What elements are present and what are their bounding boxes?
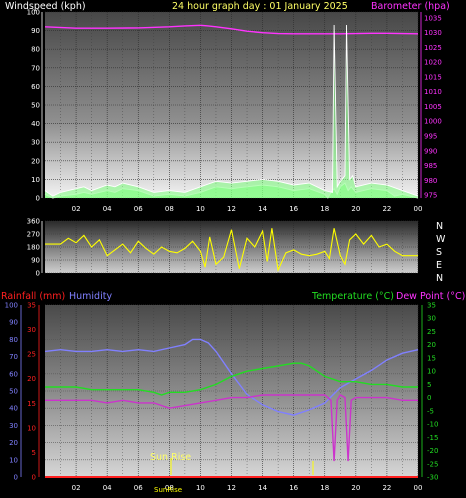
x-tick-label: 18: [320, 205, 329, 213]
barometer-y-tick: 985: [424, 162, 437, 170]
x-tick-label: 12: [227, 205, 236, 213]
humidity-y-tick: 60: [9, 370, 18, 378]
temp-y-tick: 30: [427, 315, 436, 323]
direction-y-tick: 0: [36, 270, 40, 278]
temp-y-tick: 0: [427, 394, 431, 402]
barometer-y-tick: 980: [424, 177, 437, 185]
wind-y-tick: 40: [31, 120, 40, 128]
barometer-y-tick: 1035: [424, 14, 442, 22]
x-tick-label: 22: [382, 205, 391, 213]
humidity-y-tick: 10: [9, 456, 18, 464]
humidity-y-tick: 90: [9, 319, 18, 327]
x-tick-label: 00: [414, 484, 423, 492]
compass-e: E: [436, 260, 442, 271]
temp-y-tick: 20: [427, 341, 436, 349]
humidity-axis-title: Humidity: [69, 291, 112, 302]
barometer-y-tick: 1020: [424, 59, 442, 67]
barometer-y-tick: 1030: [424, 29, 442, 37]
humidity-y-tick: 0: [14, 474, 18, 482]
x-tick-label: 20: [351, 205, 360, 213]
direction-y-tick: 270: [27, 231, 40, 239]
wind-y-tick: 60: [31, 83, 40, 91]
rain-y-tick: 30: [27, 326, 36, 334]
barometer-y-tick: 1025: [424, 44, 442, 52]
humidity-y-tick: 80: [9, 336, 18, 344]
dewpoint-axis-title: Dew Point (°C): [396, 291, 465, 302]
temp-y-tick: -5: [427, 407, 434, 415]
temp-y-tick: -25: [427, 460, 438, 468]
x-tick-label: 14: [258, 484, 267, 492]
sunrise-tick-label: SunRise: [154, 486, 182, 494]
humidity-y-tick: 70: [9, 353, 18, 361]
wind-y-tick: 90: [31, 27, 40, 35]
wind-y-tick: 0: [36, 195, 40, 203]
wind-y-tick: 80: [31, 46, 40, 54]
compass-n-top: N: [436, 221, 443, 232]
x-tick-label: 04: [103, 484, 112, 492]
rain-y-tick: 0: [32, 474, 36, 482]
x-tick-label: 14: [258, 205, 267, 213]
x-tick-label: 10: [196, 484, 205, 492]
barometer-y-tick: 990: [424, 147, 437, 155]
rain-y-tick: 5: [32, 449, 36, 457]
x-tick-label: 08: [165, 205, 174, 213]
x-tick-label: 18: [320, 484, 329, 492]
x-tick-label: 20: [351, 484, 360, 492]
humidity-y-tick: 20: [9, 439, 18, 447]
x-tick-label: 06: [134, 484, 143, 492]
x-tick-label: 12: [227, 484, 236, 492]
wind-y-tick: 20: [31, 157, 40, 165]
temp-y-tick: 25: [427, 328, 436, 336]
barometer-y-tick: 1005: [424, 103, 442, 111]
x-tick-label: 16: [289, 205, 298, 213]
rain-y-tick: 35: [27, 302, 36, 310]
wind-y-tick: 70: [31, 64, 40, 72]
barometer-y-tick: 1000: [424, 118, 442, 126]
direction-y-tick: 360: [27, 218, 40, 226]
temp-y-tick: 10: [427, 368, 436, 376]
barometer-y-tick: 975: [424, 192, 437, 200]
wind-y-tick: 50: [31, 102, 40, 110]
temp-y-tick: -10: [427, 421, 438, 429]
rain-y-tick: 25: [27, 351, 36, 359]
barometer-y-tick: 1015: [424, 73, 442, 81]
temp-y-tick: 35: [427, 302, 436, 310]
humidity-y-tick: 30: [9, 422, 18, 430]
weather-chart: Windspeed (kph) 24 hour graph day : 01 J…: [1, 1, 465, 494]
temp-y-tick: 15: [427, 354, 436, 362]
barometer-y-tick: 1010: [424, 88, 442, 96]
temp-y-tick: -30: [427, 474, 438, 482]
compass-s: S: [436, 247, 442, 258]
direction-y-tick: 90: [31, 257, 40, 265]
x-tick-label: 00: [414, 205, 423, 213]
x-tick-label: 02: [72, 484, 81, 492]
humidity-y-tick: 50: [9, 388, 18, 396]
x-tick-label: 02: [72, 205, 81, 213]
rain-y-tick: 10: [27, 424, 36, 432]
temp-y-tick: 5: [427, 381, 431, 389]
chart-title: 24 hour graph day : 01 January 2025: [172, 1, 348, 12]
temp-y-tick: -20: [427, 447, 438, 455]
barometer-y-tick: 995: [424, 133, 437, 141]
x-tick-label: 06: [134, 205, 143, 213]
windspeed-axis-title: Windspeed (kph): [5, 1, 86, 12]
compass-n-bottom: N: [436, 273, 443, 284]
wind-y-tick: 30: [31, 139, 40, 147]
x-tick-label: 10: [196, 205, 205, 213]
x-tick-label: 22: [382, 484, 391, 492]
wind-y-tick: 10: [31, 176, 40, 184]
temp-y-tick: -15: [427, 434, 438, 442]
temperature-axis-title: Temperature (°C): [311, 291, 394, 302]
rain-y-tick: 15: [27, 400, 36, 408]
rain-y-tick: 20: [27, 375, 36, 383]
direction-y-tick: 180: [27, 244, 40, 252]
x-tick-label: 16: [289, 484, 298, 492]
humidity-y-tick: 40: [9, 405, 18, 413]
rainfall-axis-title: Rainfall (mm): [1, 291, 65, 302]
wind-y-tick: 100: [27, 9, 40, 17]
compass-w: W: [436, 234, 446, 245]
barometer-axis-title: Barometer (hpa): [371, 1, 450, 12]
x-tick-label: 04: [103, 205, 112, 213]
humidity-y-tick: 100: [5, 302, 18, 310]
